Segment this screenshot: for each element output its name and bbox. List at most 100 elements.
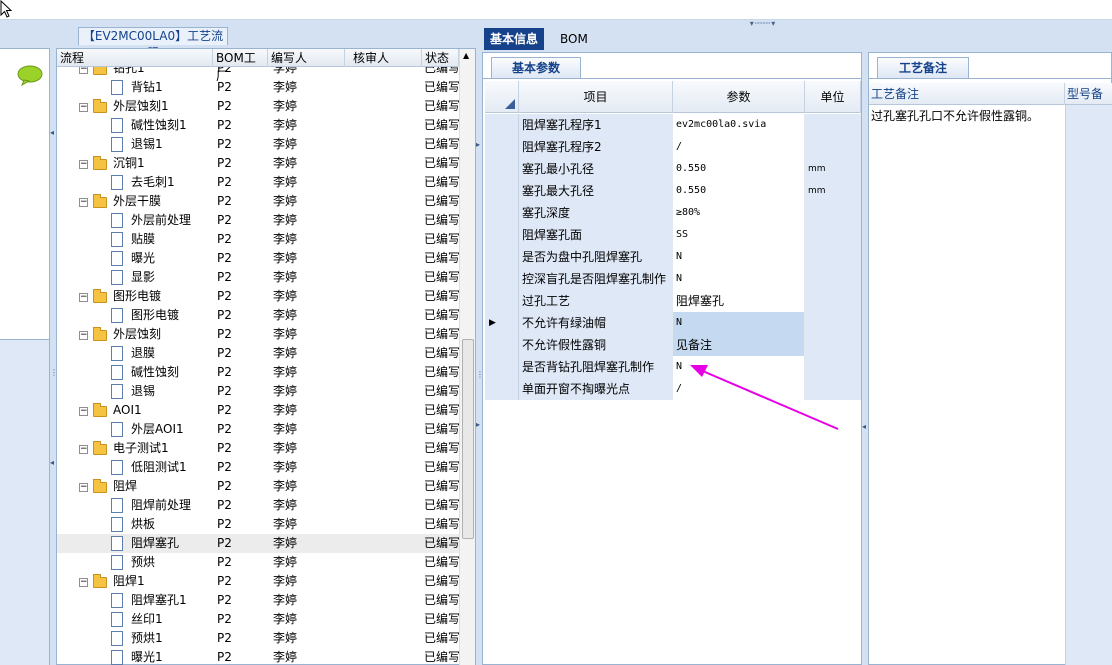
tree-row[interactable]: 丝印1 P2 李婷 已编写 (57, 610, 459, 629)
tree-row[interactable]: 曝光1 P2 李婷 已编写 (57, 648, 459, 665)
row-selector[interactable] (485, 224, 519, 246)
row-selector[interactable]: ▶ (485, 312, 519, 334)
scroll-up-icon[interactable]: ▲ (463, 51, 469, 60)
tree-row[interactable]: 阻焊塞孔1 P2 李婷 已编写 (57, 591, 459, 610)
collapse-toggle-icon[interactable]: − (79, 293, 88, 302)
tree-row[interactable]: 低阻测试1 P2 李婷 已编写 (57, 458, 459, 477)
row-selector[interactable] (485, 290, 519, 312)
tree-row[interactable]: 烘板 P2 李婷 已编写 (57, 515, 459, 534)
param-value-cell[interactable]: SS (673, 224, 805, 246)
col-reviewer[interactable]: 核审人 (345, 49, 422, 67)
tree-row[interactable]: 碱性蚀刻 P2 李婷 已编写 (57, 363, 459, 382)
col-item[interactable]: 项目 (519, 81, 673, 113)
col-bom-factory[interactable]: BOM工厂 (213, 49, 268, 83)
param-row[interactable]: 塞孔最小孔径 0.550 mm (485, 158, 861, 180)
tree-row[interactable]: − 钻孔1 P2 李婷 已编写 (57, 67, 459, 78)
tree-row[interactable]: 阻焊前处理 P2 李婷 已编写 (57, 496, 459, 515)
tree-row[interactable]: 去毛刺1 P2 李婷 已编写 (57, 173, 459, 192)
tree-row[interactable]: − 图形电镀 P2 李婷 已编写 (57, 287, 459, 306)
row-selector[interactable] (485, 136, 519, 158)
tree-row[interactable]: 碱性蚀刻1 P2 李婷 已编写 (57, 116, 459, 135)
tab-process-notes[interactable]: 工艺备注 (877, 57, 969, 79)
folder-icon (93, 327, 107, 341)
tree-row[interactable]: − 外层干膜 P2 李婷 已编写 (57, 192, 459, 211)
param-value-cell[interactable]: 阻焊塞孔 (673, 290, 805, 312)
row-selector[interactable] (485, 180, 519, 202)
param-row[interactable]: 不允许假性露铜 见备注 (485, 334, 861, 356)
col-process-note[interactable]: 工艺备注 (869, 83, 1065, 105)
grid-corner[interactable] (485, 81, 519, 113)
param-row[interactable]: 过孔工艺 阻焊塞孔 (485, 290, 861, 312)
param-row[interactable]: 塞孔最大孔径 0.550 mm (485, 180, 861, 202)
collapse-grip[interactable]: ▾ ·········· ▾ (732, 20, 792, 28)
collapse-toggle-icon[interactable]: − (79, 445, 88, 454)
param-row[interactable]: 阻焊塞孔面 SS (485, 224, 861, 246)
tree-scrollbar[interactable]: ▲ (459, 49, 475, 665)
param-value-cell[interactable]: N (673, 246, 805, 268)
collapse-toggle-icon[interactable]: − (79, 331, 88, 340)
tree-row[interactable]: 贴膜 P2 李婷 已编写 (57, 230, 459, 249)
param-value-cell[interactable]: N (673, 312, 805, 334)
param-row[interactable]: 是否为盘中孔阻焊塞孔 N (485, 246, 861, 268)
tree-row[interactable]: − 阻焊 P2 李婷 已编写 (57, 477, 459, 496)
tree-row[interactable]: − 沉铜1 P2 李婷 已编写 (57, 154, 459, 173)
param-value-cell[interactable]: N (673, 268, 805, 290)
tree-row[interactable]: 退锡 P2 李婷 已编写 (57, 382, 459, 401)
tab-basic-params[interactable]: 基本参数 (491, 57, 581, 79)
process-note-text[interactable]: 过孔塞孔孔口不允许假性露铜。 (871, 107, 1039, 124)
tree-row[interactable]: 退膜 P2 李婷 已编写 (57, 344, 459, 363)
row-selector[interactable] (485, 158, 519, 180)
collapse-toggle-icon[interactable]: − (79, 160, 88, 169)
param-value-cell[interactable]: 0.550 (673, 158, 805, 180)
chat-bubble-icon[interactable] (16, 64, 44, 86)
row-selector[interactable] (485, 202, 519, 224)
tree-row[interactable]: 退锡1 P2 李婷 已编写 (57, 135, 459, 154)
tree-row[interactable]: 图形电镀 P2 李婷 已编写 (57, 306, 459, 325)
row-selector[interactable] (485, 356, 519, 378)
param-value-cell[interactable]: / (673, 136, 805, 158)
tree-row[interactable]: 阻焊塞孔 P2 李婷 已编写 (57, 534, 459, 553)
tree-row[interactable]: 预烘 P2 李婷 已编写 (57, 553, 459, 572)
tree-row[interactable]: − AOI1 P2 李婷 已编写 (57, 401, 459, 420)
param-value-cell[interactable]: ≥80% (673, 202, 805, 224)
collapse-toggle-icon[interactable]: − (79, 407, 88, 416)
row-selector[interactable] (485, 378, 519, 400)
row-selector[interactable] (485, 334, 519, 356)
tree-row[interactable]: 外层前处理 P2 李婷 已编写 (57, 211, 459, 230)
tree-row[interactable]: 显影 P2 李婷 已编写 (57, 268, 459, 287)
collapse-toggle-icon[interactable]: − (79, 578, 88, 587)
col-unit[interactable]: 单位 (805, 81, 861, 113)
tree-row[interactable]: 外层AOI1 P2 李婷 已编写 (57, 420, 459, 439)
collapse-toggle-icon[interactable]: − (79, 198, 88, 207)
tab-basic-info[interactable]: 基本信息 (484, 28, 545, 50)
row-selector[interactable] (485, 114, 519, 136)
tree-row[interactable]: − 外层蚀刻 P2 李婷 已编写 (57, 325, 459, 344)
param-value-cell[interactable]: ev2mc00la0.svia (673, 114, 805, 136)
collapse-toggle-icon[interactable]: − (79, 483, 88, 492)
param-row[interactable]: ▶ 不允许有绿油帽 N (485, 312, 861, 334)
col-param[interactable]: 参数 (673, 81, 805, 113)
param-row[interactable]: 阻焊塞孔程序2/ (485, 136, 861, 158)
param-row[interactable]: 控深盲孔是否阻焊塞孔制作 N (485, 268, 861, 290)
col-status[interactable]: 状态 (422, 49, 459, 67)
collapse-toggle-icon[interactable]: − (79, 67, 88, 74)
tree-row[interactable]: − 外层蚀刻1 P2 李婷 已编写 (57, 97, 459, 116)
param-row[interactable]: 塞孔深度 ≥80% (485, 202, 861, 224)
scroll-thumb[interactable] (462, 339, 474, 539)
tree-row[interactable]: 背钻1 P2 李婷 已编写 (57, 78, 459, 97)
tree-row[interactable]: − 电子测试1 P2 李婷 已编写 (57, 439, 459, 458)
col-model-note[interactable]: 型号备注 (1065, 83, 1112, 123)
tree-row[interactable]: − 阻焊1 P2 李婷 已编写 (57, 572, 459, 591)
author-cell: 李婷 (273, 156, 298, 170)
param-value-cell[interactable]: 见备注 (673, 334, 805, 356)
tree-row[interactable]: 预烘1 P2 李婷 已编写 (57, 629, 459, 648)
col-author[interactable]: 编写人 (268, 49, 345, 67)
col-flow[interactable]: 流程 (57, 49, 213, 67)
tab-bom[interactable]: BOM (554, 28, 594, 50)
tree-row[interactable]: 曝光 P2 李婷 已编写 (57, 249, 459, 268)
param-value-cell[interactable]: 0.550 (673, 180, 805, 202)
row-selector[interactable] (485, 246, 519, 268)
row-selector[interactable] (485, 268, 519, 290)
param-row[interactable]: 阻焊塞孔程序1 ev2mc00la0.svia (485, 114, 861, 136)
collapse-toggle-icon[interactable]: − (79, 103, 88, 112)
